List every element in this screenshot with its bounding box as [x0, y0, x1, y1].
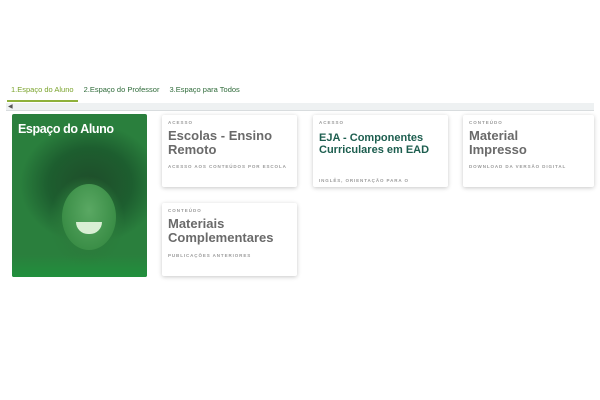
horizontal-scrollbar[interactable]: ◀ — [6, 103, 594, 111]
card-title: Material Impresso — [469, 128, 527, 158]
hero-title: Espaço do Aluno — [18, 122, 114, 136]
card-subtitle: DOWNLOAD DA VERSÃO DIGITAL — [469, 164, 567, 169]
student-photo — [62, 184, 116, 250]
card-kicker: CONTEÚDO — [469, 120, 503, 125]
card-subtitle: PUBLICAÇÕES ANTERIORES — [168, 253, 252, 258]
card-subtitle: ACESSO AOS CONTEÚDOS POR ESCOLA — [168, 164, 287, 169]
card-subtitle: INGLÊS, ORIENTAÇÃO PARA O — [319, 178, 409, 183]
card-kicker: CONTEÚDO — [168, 208, 202, 213]
card-eja-componentes[interactable]: ACESSO EJA - Componentes Curriculares em… — [313, 115, 448, 187]
card-title: Escolas - Ensino Remoto — [168, 128, 273, 158]
card-kicker: ACESSO — [168, 120, 194, 125]
hero-gradient — [12, 255, 147, 277]
card-materiais-complementares[interactable]: CONTEÚDO Materiais Complementares PUBLIC… — [162, 203, 297, 276]
hero-image-espaco-aluno: Espaço do Aluno — [12, 114, 147, 277]
smile-shape — [76, 222, 102, 234]
card-title: EJA - Componentes Curriculares em EAD — [319, 132, 430, 156]
tab-bar: 1.Espaço do Aluno 2.Espaço do Professor … — [7, 84, 244, 102]
card-title: Materiais Complementares — [168, 216, 274, 246]
card-material-impresso[interactable]: CONTEÚDO Material Impresso DOWNLOAD DA V… — [463, 115, 594, 187]
card-escolas-ensino-remoto[interactable]: ACESSO Escolas - Ensino Remoto ACESSO AO… — [162, 115, 297, 187]
tab-espaco-professor[interactable]: 2.Espaço do Professor — [80, 84, 164, 102]
tab-espaco-aluno[interactable]: 1.Espaço do Aluno — [7, 84, 78, 102]
card-kicker: ACESSO — [319, 120, 345, 125]
tab-espaco-todos[interactable]: 3.Espaço para Todos — [165, 84, 243, 102]
chevron-left-icon[interactable]: ◀ — [8, 103, 13, 111]
